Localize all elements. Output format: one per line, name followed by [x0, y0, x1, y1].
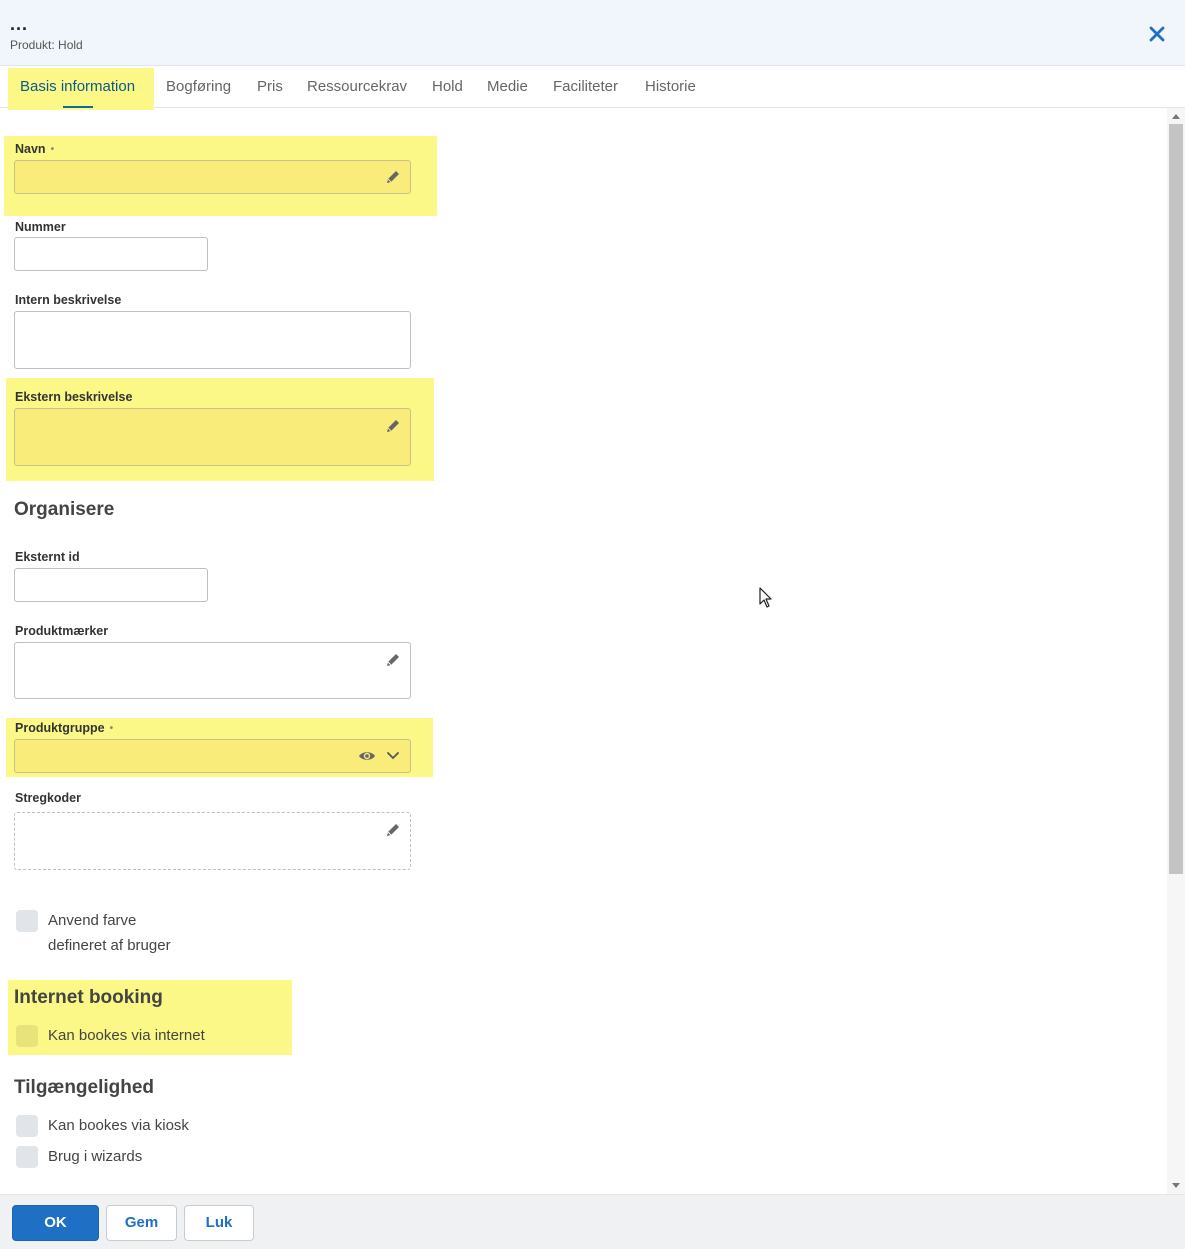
ekstern-beskrivelse-field[interactable]	[14, 408, 411, 466]
mouse-cursor	[759, 587, 772, 608]
nummer-input[interactable]	[14, 237, 208, 271]
close-button[interactable]	[1147, 24, 1167, 44]
tab-pris[interactable]: Pris	[257, 66, 283, 108]
tab-label: Ressourcekrav	[307, 78, 408, 95]
anvend-farve-label-line2: defineret af bruger	[48, 937, 171, 954]
eye-icon[interactable]	[358, 749, 376, 763]
tab-medie[interactable]: Medie	[487, 66, 528, 108]
tab-label: Faciliteter	[553, 78, 619, 95]
anvend-farve-checkbox[interactable]	[16, 910, 38, 932]
tab-hold[interactable]: Hold	[432, 66, 463, 108]
intern-beskrivelse-label: Intern beskrivelse	[15, 293, 122, 307]
tab-bogforing[interactable]: Bogføring	[166, 66, 231, 108]
organisere-heading: Organisere	[14, 499, 115, 520]
kan-bookes-internet-checkbox[interactable]	[16, 1025, 38, 1047]
navn-label: Navn •	[15, 142, 54, 156]
tilgaengelighed-heading: Tilgængelighed	[14, 1077, 155, 1098]
tab-label: Medie	[487, 78, 528, 95]
brug-i-wizards-label: Brug i wizards	[48, 1148, 143, 1165]
tab-label: Basis information	[20, 78, 136, 95]
tab-label: Hold	[432, 78, 463, 95]
chevron-down-icon[interactable]	[386, 751, 400, 761]
tab-ressourcekrav[interactable]: Ressourcekrav	[307, 66, 407, 108]
internet-booking-heading: Internet booking	[14, 987, 163, 1008]
eksternt-id-label: Eksternt id	[15, 550, 80, 564]
produktmaerker-field[interactable]	[14, 642, 411, 699]
tab-bar: Basis information Bogføring Pris Ressour…	[0, 66, 1185, 110]
required-marker: •	[50, 144, 55, 155]
produktgruppe-label: Produktgruppe •	[15, 721, 113, 735]
ok-button[interactable]: OK	[12, 1205, 99, 1241]
kan-bookes-kiosk-checkbox[interactable]	[16, 1115, 38, 1137]
active-tab-indicator	[62, 106, 93, 108]
scroll-up-arrow[interactable]	[1172, 114, 1180, 119]
nummer-label: Nummer	[15, 220, 66, 234]
kan-bookes-internet-label: Kan bookes via internet	[48, 1027, 205, 1044]
pencil-icon[interactable]	[385, 418, 401, 434]
dialog-footer: OK Gem Luk	[0, 1194, 1185, 1249]
dialog-subtitle: Produkt: Hold	[10, 38, 83, 52]
stregkoder-field[interactable]	[14, 812, 411, 870]
tab-historie[interactable]: Historie	[645, 66, 696, 108]
gem-button[interactable]: Gem	[106, 1205, 177, 1241]
kan-bookes-kiosk-label: Kan bookes via kiosk	[48, 1117, 189, 1134]
anvend-farve-label-line1: Anvend farve	[48, 912, 137, 929]
tab-label: Bogføring	[166, 78, 232, 95]
pencil-icon[interactable]	[385, 652, 401, 668]
dialog-header: ... Produkt: Hold	[0, 0, 1185, 66]
tab-basis-information[interactable]: Basis information	[20, 66, 135, 108]
eksternt-id-input[interactable]	[14, 568, 208, 602]
navn-field[interactable]	[14, 160, 411, 194]
brug-i-wizards-checkbox[interactable]	[16, 1146, 38, 1168]
tab-label: Pris	[257, 78, 283, 95]
required-marker: •	[109, 723, 114, 734]
scroll-down-arrow[interactable]	[1172, 1183, 1180, 1188]
tab-label: Historie	[645, 78, 696, 95]
header-menu-label[interactable]: ...	[10, 14, 28, 35]
pencil-icon[interactable]	[385, 822, 401, 838]
close-icon	[1149, 26, 1165, 42]
scroll-thumb[interactable]	[1169, 124, 1183, 874]
intern-beskrivelse-textarea[interactable]	[14, 311, 411, 369]
produktmaerker-label: Produktmærker	[15, 624, 109, 638]
produktgruppe-label-text: Produktgruppe	[15, 721, 105, 735]
ekstern-beskrivelse-label: Ekstern beskrivelse	[15, 390, 133, 404]
vertical-scrollbar[interactable]	[1167, 108, 1185, 1194]
tab-faciliteter[interactable]: Faciliteter	[553, 66, 618, 108]
produktgruppe-select[interactable]	[14, 739, 411, 773]
pencil-icon[interactable]	[385, 169, 401, 185]
stregkoder-label: Stregkoder	[15, 791, 81, 805]
luk-button[interactable]: Luk	[184, 1205, 254, 1241]
navn-label-text: Navn	[15, 142, 46, 156]
